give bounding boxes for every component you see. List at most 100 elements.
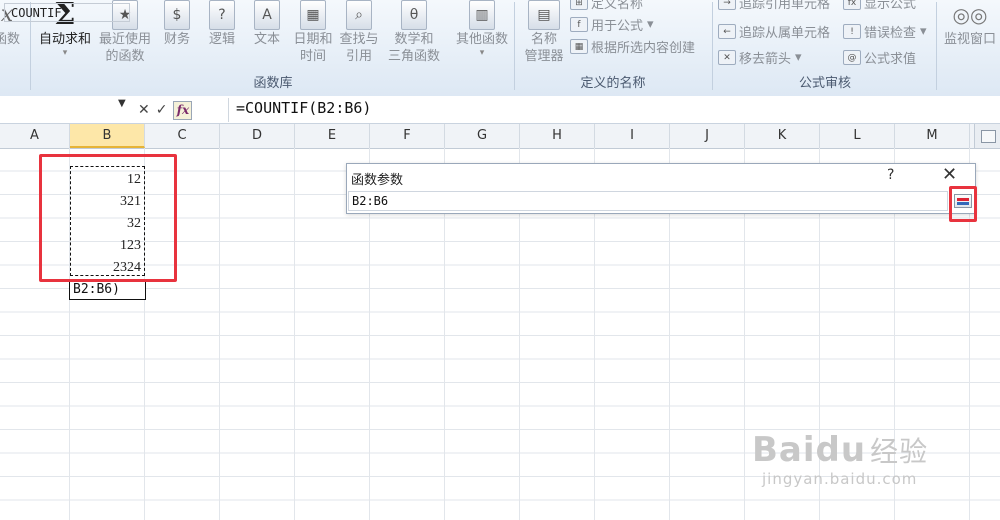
- column-header-h[interactable]: H: [520, 124, 595, 148]
- highlight-box-expand-button: [949, 186, 977, 222]
- formula-input[interactable]: =COUNTIF(B2:B6): [236, 99, 371, 117]
- glasses-icon: ◎◎: [952, 3, 988, 27]
- error-check-icon: !: [843, 24, 861, 39]
- use-in-formula-label: 用于公式: [591, 19, 644, 34]
- defined-names-group-label: 定义的名称: [580, 76, 646, 91]
- dialog-title: 函数参数: [351, 173, 404, 188]
- books-icon: ▥: [469, 0, 495, 30]
- evaluate-formula-button[interactable]: @ 公式求值: [843, 48, 916, 67]
- column-header-k[interactable]: K: [745, 124, 820, 148]
- datetime-button[interactable]: ▦ 日期和 时间: [290, 0, 336, 65]
- watermark-brand-text: Baidu: [752, 430, 867, 470]
- trace-precedents-label: 追踪引用单元格: [739, 0, 831, 12]
- chevron-down-icon: ▾: [62, 48, 68, 58]
- watermark-url: jingyan.baidu.com: [762, 470, 918, 488]
- show-formulas-button[interactable]: fx 显示公式: [843, 0, 916, 12]
- column-header-g[interactable]: G: [445, 124, 520, 148]
- lookup-button[interactable]: ⌕ 查找与 引用: [336, 0, 382, 65]
- column-header-l[interactable]: L: [820, 124, 895, 148]
- show-formulas-icon: fx: [843, 0, 861, 10]
- help-button[interactable]: ?: [887, 167, 894, 183]
- watch-window-label: 监视窗口: [943, 32, 996, 47]
- column-header-i[interactable]: I: [595, 124, 670, 148]
- define-name-button[interactable]: ⊞ 定义名称: [570, 0, 643, 12]
- theta-book-icon: θ: [401, 0, 427, 30]
- financial-button[interactable]: $ 财务: [160, 0, 194, 48]
- math-trig-button[interactable]: θ 数学和 三角函数: [384, 0, 444, 65]
- evaluate-formula-icon: @: [843, 50, 861, 65]
- trace-dependents-button[interactable]: ← 追踪从属单元格: [718, 22, 830, 41]
- autosum-label: 自动求和: [38, 32, 91, 47]
- formula-bar-buttons: ✕ ✓ fx: [138, 100, 193, 120]
- more-functions-label: 其他函数: [455, 32, 508, 47]
- watermark-brand: Baidu 经验: [752, 430, 928, 470]
- column-header-a[interactable]: A: [0, 124, 70, 148]
- magnifier-book-icon: ⌕: [346, 0, 372, 30]
- trace-precedents-button[interactable]: → 追踪引用单元格: [718, 0, 830, 12]
- recent-functions-label-2: 的函数: [105, 49, 145, 64]
- watch-window-button[interactable]: ◎◎ 监视窗口: [940, 0, 1000, 48]
- create-from-selection-label: 根据所选内容创建: [591, 41, 696, 56]
- column-header-d[interactable]: D: [220, 124, 295, 148]
- error-check-label: 错误检查: [864, 26, 917, 41]
- more-functions-button[interactable]: ▥ 其他函数 ▾: [452, 0, 512, 58]
- split-box[interactable]: [974, 124, 1000, 148]
- column-header-e[interactable]: E: [295, 124, 370, 148]
- name-manager-label-1: 名称: [530, 32, 557, 47]
- name-manager-button[interactable]: ▤ 名称 管理器: [520, 0, 568, 65]
- watermark-brand-cn: 经验: [870, 435, 929, 468]
- chevron-down-icon: ▾: [795, 50, 802, 65]
- text-book-icon: A: [254, 0, 280, 30]
- insert-function-fx-button[interactable]: fx: [173, 100, 193, 120]
- column-header-c[interactable]: C: [145, 124, 220, 148]
- close-button[interactable]: ✕: [942, 164, 957, 185]
- lookup-label-2: 引用: [345, 49, 372, 64]
- formula-auditing-group-label: 公式审核: [798, 76, 851, 91]
- column-header-b[interactable]: B: [70, 124, 145, 148]
- logical-button[interactable]: ? 逻辑: [205, 0, 239, 48]
- active-cell-editor[interactable]: B2:B6): [69, 279, 146, 300]
- separator: [936, 2, 937, 90]
- recent-functions-label-1: 最近使用: [98, 32, 151, 47]
- function-library-group-label: 函数库: [253, 76, 293, 91]
- column-header-f[interactable]: F: [370, 124, 445, 148]
- error-check-button[interactable]: ! 错误检查 ▾: [843, 22, 927, 41]
- range-input[interactable]: B2:B6: [348, 191, 948, 211]
- evaluate-formula-label: 公式求值: [864, 52, 917, 67]
- name-manager-label-2: 管理器: [524, 49, 564, 64]
- tag-icon: ⊞: [570, 0, 588, 10]
- function-arguments-dialog: 函数参数 ? ✕ B2:B6: [346, 163, 976, 214]
- create-from-selection-button[interactable]: ▦ 根据所选内容创建: [570, 37, 695, 56]
- remove-arrows-button[interactable]: ✕ 移去箭头 ▾: [718, 48, 802, 67]
- name-box-dropdown-icon[interactable]: ▼: [118, 98, 126, 109]
- datetime-label-1: 日期和: [293, 32, 333, 47]
- financial-label: 财务: [163, 32, 190, 47]
- question-book-icon: ?: [209, 0, 235, 30]
- datetime-label-2: 时间: [299, 49, 326, 64]
- fx-small-icon: f: [570, 17, 588, 32]
- column-header-j[interactable]: J: [670, 124, 745, 148]
- math-trig-label-2: 三角函数: [387, 49, 440, 64]
- text-label: 文本: [253, 32, 280, 47]
- cancel-icon[interactable]: ✕: [138, 102, 150, 118]
- text-button[interactable]: A 文本: [250, 0, 284, 48]
- math-trig-label-1: 数学和: [394, 32, 434, 47]
- enter-check-icon[interactable]: ✓: [156, 102, 168, 118]
- calendar-book-icon: ▦: [300, 0, 326, 30]
- financial-book-icon: $: [164, 0, 190, 30]
- use-in-formula-button[interactable]: f 用于公式 ▾: [570, 15, 654, 34]
- column-header-m[interactable]: M: [895, 124, 970, 148]
- baidu-watermark: Baidu 经验 jingyan.baidu.com: [752, 430, 928, 488]
- highlight-box-range: [39, 154, 177, 282]
- name-box[interactable]: COUNTIF: [4, 3, 130, 22]
- table-icon: ▦: [570, 39, 588, 54]
- name-manager-icon: ▤: [528, 0, 560, 30]
- trace-arrow-icon: ←: [718, 24, 736, 39]
- trace-dependents-label: 追踪从属单元格: [739, 26, 831, 41]
- insert-function-label: 函数: [0, 32, 21, 47]
- separator: [514, 2, 515, 90]
- logical-label: 逻辑: [208, 32, 235, 47]
- formula-bar-divider: [228, 98, 229, 122]
- chevron-down-icon: ▾: [647, 17, 654, 32]
- show-formulas-label: 显示公式: [864, 0, 917, 12]
